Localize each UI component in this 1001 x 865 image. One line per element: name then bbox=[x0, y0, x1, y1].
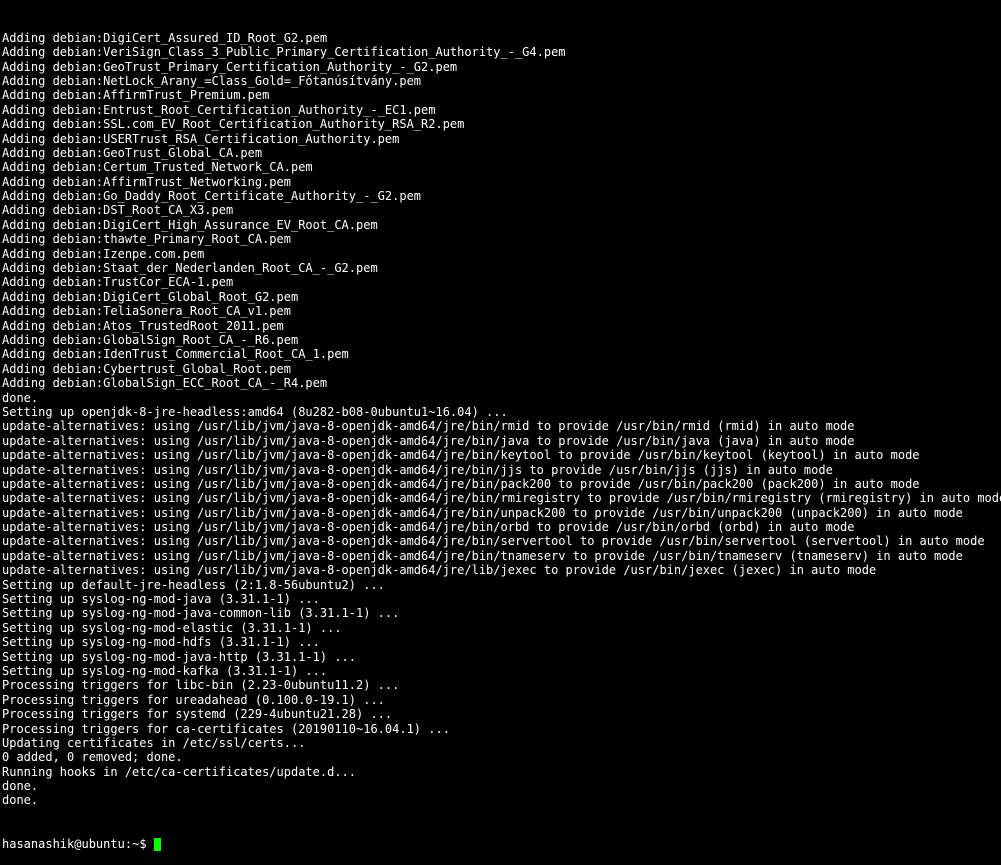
output-line: Adding debian:Cybertrust_Global_Root.pem bbox=[2, 362, 999, 376]
prompt-line[interactable]: hasanashik@ubuntu:~$ bbox=[2, 837, 999, 851]
cursor bbox=[154, 838, 161, 851]
output-line: Adding debian:Izenpe.com.pem bbox=[2, 247, 999, 261]
output-line: Adding debian:GlobalSign_ECC_Root_CA_-_R… bbox=[2, 376, 999, 390]
output-line: Running hooks in /etc/ca-certificates/up… bbox=[2, 765, 999, 779]
output-line: Adding debian:GeoTrust_Primary_Certifica… bbox=[2, 60, 999, 74]
prompt-colon: : bbox=[125, 837, 132, 851]
output-line: done. bbox=[2, 793, 999, 807]
output-line: update-alternatives: using /usr/lib/jvm/… bbox=[2, 506, 999, 520]
output-line: Adding debian:DigiCert_Global_Root_G2.pe… bbox=[2, 290, 999, 304]
output-line: Adding debian:TeliaSonera_Root_CA_v1.pem bbox=[2, 304, 999, 318]
output-line: Adding debian:DigiCert_High_Assurance_EV… bbox=[2, 218, 999, 232]
output-line: Adding debian:AffirmTrust_Premium.pem bbox=[2, 88, 999, 102]
output-line: update-alternatives: using /usr/lib/jvm/… bbox=[2, 477, 999, 491]
output-line: Adding debian:DigiCert_Assured_ID_Root_G… bbox=[2, 31, 999, 45]
output-line: Adding debian:AffirmTrust_Networking.pem bbox=[2, 175, 999, 189]
output-line: done. bbox=[2, 391, 999, 405]
output-line: update-alternatives: using /usr/lib/jvm/… bbox=[2, 463, 999, 477]
terminal-output[interactable]: Adding debian:DigiCert_Assured_ID_Root_G… bbox=[2, 2, 999, 865]
output-line: Setting up syslog-ng-mod-java-http (3.31… bbox=[2, 650, 999, 664]
output-line: Adding debian:GeoTrust_Global_CA.pem bbox=[2, 146, 999, 160]
prompt-symbol: $ bbox=[139, 837, 146, 851]
output-line: Adding debian:DST_Root_CA_X3.pem bbox=[2, 203, 999, 217]
output-line: update-alternatives: using /usr/lib/jvm/… bbox=[2, 520, 999, 534]
output-line: Setting up openjdk-8-jre-headless:amd64 … bbox=[2, 405, 999, 419]
output-line: Adding debian:TrustCor_ECA-1.pem bbox=[2, 275, 999, 289]
output-line: update-alternatives: using /usr/lib/jvm/… bbox=[2, 434, 999, 448]
output-line: update-alternatives: using /usr/lib/jvm/… bbox=[2, 563, 999, 577]
output-line: Setting up syslog-ng-mod-java-common-lib… bbox=[2, 606, 999, 620]
output-line: Setting up syslog-ng-mod-kafka (3.31.1-1… bbox=[2, 664, 999, 678]
output-line: Updating certificates in /etc/ssl/certs.… bbox=[2, 736, 999, 750]
output-line: update-alternatives: using /usr/lib/jvm/… bbox=[2, 534, 999, 548]
output-line: Adding debian:Entrust_Root_Certification… bbox=[2, 103, 999, 117]
output-line: update-alternatives: using /usr/lib/jvm/… bbox=[2, 549, 999, 563]
output-line: Processing triggers for systemd (229-4ub… bbox=[2, 707, 999, 721]
output-line: Setting up default-jre-headless (2:1.8-5… bbox=[2, 578, 999, 592]
output-line: Adding debian:Staat_der_Nederlanden_Root… bbox=[2, 261, 999, 275]
output-line: Processing triggers for ca-certificates … bbox=[2, 722, 999, 736]
output-line: update-alternatives: using /usr/lib/jvm/… bbox=[2, 419, 999, 433]
output-line: Adding debian:thawte_Primary_Root_CA.pem bbox=[2, 232, 999, 246]
output-line: Adding debian:USERTrust_RSA_Certificatio… bbox=[2, 132, 999, 146]
output-line: Adding debian:Go_Daddy_Root_Certificate_… bbox=[2, 189, 999, 203]
output-line: update-alternatives: using /usr/lib/jvm/… bbox=[2, 491, 999, 505]
output-line: Processing triggers for ureadahead (0.10… bbox=[2, 693, 999, 707]
output-line: update-alternatives: using /usr/lib/jvm/… bbox=[2, 448, 999, 462]
output-line: Processing triggers for libc-bin (2.23-0… bbox=[2, 678, 999, 692]
output-line: Setting up syslog-ng-mod-java (3.31.1-1)… bbox=[2, 592, 999, 606]
output-line: Adding debian:Atos_TrustedRoot_2011.pem bbox=[2, 319, 999, 333]
output-line: Adding debian:NetLock_Arany_=Class_Gold=… bbox=[2, 74, 999, 88]
output-line: done. bbox=[2, 779, 999, 793]
output-line: Adding debian:SSL.com_EV_Root_Certificat… bbox=[2, 117, 999, 131]
output-line: Adding debian:GlobalSign_Root_CA_-_R6.pe… bbox=[2, 333, 999, 347]
output-line: Setting up syslog-ng-mod-hdfs (3.31.1-1)… bbox=[2, 635, 999, 649]
output-line: Adding debian:Certum_Trusted_Network_CA.… bbox=[2, 160, 999, 174]
output-line: Adding debian:VeriSign_Class_3_Public_Pr… bbox=[2, 45, 999, 59]
prompt-user: hasanashik bbox=[2, 837, 74, 851]
output-line: Setting up syslog-ng-mod-elastic (3.31.1… bbox=[2, 621, 999, 635]
prompt-host: ubuntu bbox=[81, 837, 124, 851]
output-line: Adding debian:IdenTrust_Commercial_Root_… bbox=[2, 347, 999, 361]
output-line: 0 added, 0 removed; done. bbox=[2, 750, 999, 764]
